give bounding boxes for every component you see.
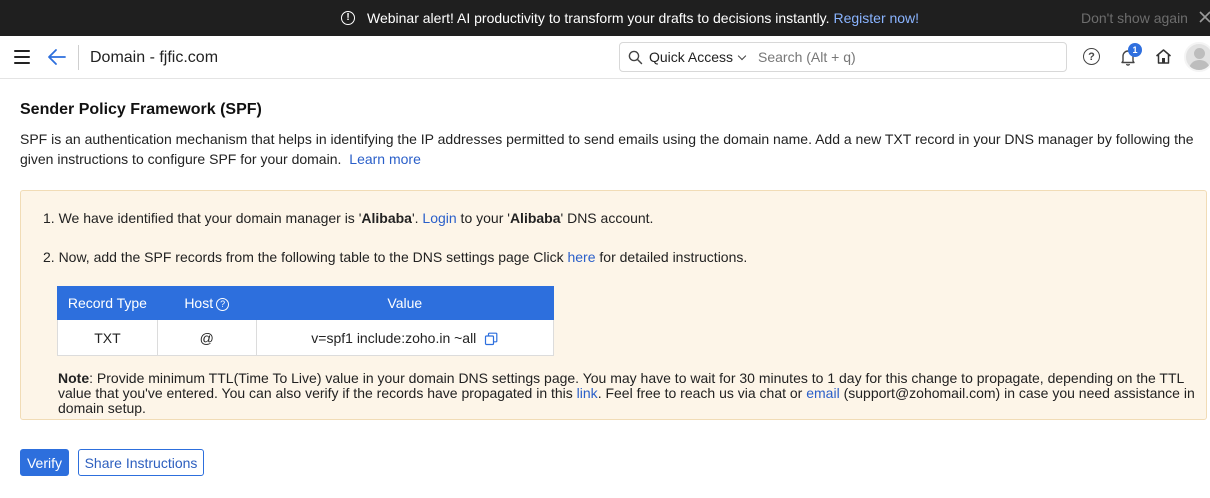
value-cell: v=spf1 include:zoho.in ~all: [255, 319, 555, 356]
banner-message-group: ! Webinar alert! AI productivity to tran…: [341, 0, 919, 36]
section-title: Sender Policy Framework (SPF): [20, 101, 262, 118]
search-icon: [628, 50, 643, 65]
step-2: 2. Now, add the SPF records from the fol…: [43, 249, 748, 265]
verify-propagation-link[interactable]: link: [577, 385, 598, 401]
header-divider: [78, 45, 79, 70]
search-input[interactable]: [758, 46, 1058, 68]
spf-value: v=spf1 include:zoho.in ~all: [311, 329, 477, 346]
copy-icon[interactable]: [484, 332, 498, 346]
close-icon[interactable]: [1197, 9, 1210, 25]
here-link[interactable]: here: [567, 249, 595, 265]
help-icon[interactable]: ?: [1083, 48, 1100, 65]
alert-circle-icon: !: [341, 11, 355, 25]
home-icon[interactable]: [1154, 47, 1173, 66]
spf-records-table: Record Type Host? Value TXT @ v=spf1 inc…: [57, 286, 555, 356]
spf-description: SPF is an authentication mechanism that …: [20, 129, 1210, 169]
column-header-record-type: Record Type: [57, 286, 158, 320]
webinar-banner: ! Webinar alert! AI productivity to tran…: [0, 0, 1210, 36]
banner-message: Webinar alert! AI productivity to transf…: [367, 10, 830, 26]
table-header-row: Record Type Host? Value: [57, 286, 555, 320]
column-header-value: Value: [255, 286, 555, 320]
app-header: Domain - fjfic.com Quick Access: [0, 36, 1210, 79]
chevron-down-icon: [737, 51, 747, 61]
step-1: 1. We have identified that your domain m…: [43, 210, 654, 226]
table-row: TXT @ v=spf1 include:zoho.in ~all: [57, 319, 555, 356]
learn-more-link[interactable]: Learn more: [349, 151, 421, 167]
note-label: Note: [58, 370, 90, 386]
page-title: Domain - fjfic.com: [90, 49, 219, 66]
record-type-cell: TXT: [57, 319, 158, 356]
provider-name: Alibaba: [361, 210, 412, 226]
note-text: Note: Provide minimum TTL(Time To Live) …: [58, 370, 1195, 416]
provider-name: Alibaba: [509, 210, 561, 226]
notification-badge: 1: [1128, 43, 1142, 57]
help-icon[interactable]: ?: [216, 297, 230, 311]
quick-access-dropdown[interactable]: Quick Access: [649, 43, 747, 71]
search-bar: Quick Access: [619, 42, 1067, 72]
menu-icon[interactable]: [14, 50, 30, 64]
share-instructions-button[interactable]: Share Instructions: [78, 449, 204, 476]
back-arrow-icon[interactable]: [46, 46, 68, 68]
quick-access-label: Quick Access: [649, 49, 734, 65]
email-link[interactable]: email: [806, 385, 839, 401]
avatar[interactable]: [1184, 42, 1210, 72]
register-now-link[interactable]: Register now!: [833, 10, 919, 26]
description-text: SPF is an authentication mechanism that …: [20, 131, 1194, 167]
host-cell: @: [156, 319, 257, 356]
column-header-host: Host?: [156, 286, 257, 320]
dont-show-again-link[interactable]: Don't show again: [1081, 0, 1188, 36]
verify-button[interactable]: Verify: [20, 449, 69, 476]
login-link[interactable]: Login: [422, 210, 456, 226]
